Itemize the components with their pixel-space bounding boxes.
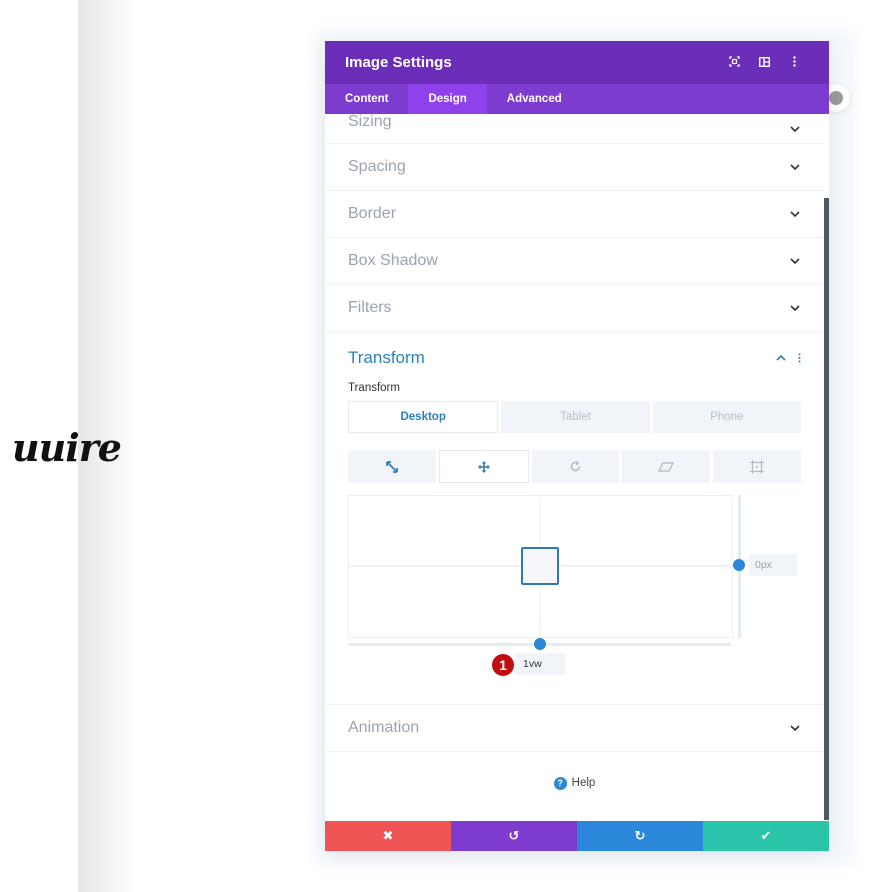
transform-tool-tabs [348, 450, 801, 483]
fullscreen-icon[interactable] [719, 55, 749, 70]
device-tab-desktop[interactable]: Desktop [348, 401, 499, 433]
section-label: Spacing [348, 158, 406, 175]
section-label: Animation [348, 719, 420, 736]
translate-y-input[interactable]: 0px [749, 554, 797, 576]
chevron-down-icon[interactable] [789, 722, 801, 734]
modal-footer: ✖ ↺ ↻ ✔ [325, 821, 829, 851]
close-icon: ✖ [382, 828, 394, 843]
tool-tab-origin[interactable] [713, 450, 801, 483]
section-filters[interactable]: Filters [325, 285, 824, 332]
modal-scrollbar[interactable] [824, 198, 829, 820]
section-label: Box Shadow [348, 252, 438, 269]
section-label: Filters [348, 299, 392, 316]
transform-origin-icon [750, 459, 765, 474]
section-spacing[interactable]: Spacing [325, 144, 824, 191]
step-number-badge: 1 [492, 654, 514, 676]
device-tab-phone[interactable]: Phone [652, 401, 801, 433]
help-link[interactable]: ? Help [325, 752, 824, 814]
cancel-button[interactable]: ✖ [325, 821, 451, 851]
chevron-down-icon[interactable] [789, 255, 801, 267]
section-options-icon[interactable] [787, 353, 801, 363]
modal-header: Image Settings [325, 41, 829, 84]
tool-tab-scale[interactable] [348, 450, 436, 483]
modal-title: Image Settings [345, 54, 452, 71]
help-question-icon: ? [553, 776, 567, 790]
section-border[interactable]: Border [325, 191, 824, 238]
tab-advanced[interactable]: Advanced [487, 84, 582, 114]
globe-icon [829, 91, 843, 105]
modal-tabs: Content Design Advanced [325, 84, 829, 114]
site-logo: uuire [12, 425, 122, 470]
more-options-icon[interactable] [779, 55, 809, 70]
translate-x-slider-handle[interactable] [534, 638, 546, 650]
chevron-down-icon[interactable] [789, 208, 801, 220]
modal-body: Sizing Spacing Border Box Shadow Filters [325, 114, 824, 821]
section-animation[interactable]: Animation [325, 705, 824, 752]
move-arrows-icon [477, 460, 490, 473]
section-sizing[interactable]: Sizing [325, 114, 824, 144]
section-label: Border [348, 205, 397, 222]
device-tabs: Desktop Tablet Phone [348, 401, 801, 433]
device-tab-tablet[interactable]: Tablet [501, 401, 650, 433]
page: uuire Image Settings Content Design Adva… [0, 0, 880, 892]
chevron-down-icon[interactable] [789, 161, 801, 173]
check-icon: ✔ [760, 828, 772, 843]
split-view-icon[interactable] [749, 56, 779, 70]
tab-design[interactable]: Design [408, 84, 487, 114]
translate-preview-grid [348, 495, 733, 638]
chevron-up-icon[interactable] [775, 352, 787, 364]
skew-icon [658, 461, 675, 472]
section-box-shadow[interactable]: Box Shadow [325, 238, 824, 285]
scale-arrows-icon [385, 460, 398, 473]
undo-button[interactable]: ↺ [451, 821, 577, 851]
help-label: Help [571, 777, 596, 789]
rotate-icon [570, 460, 581, 472]
translate-y-slider-handle[interactable] [733, 559, 745, 571]
tool-tab-skew[interactable] [622, 450, 711, 483]
transform-field-label: Transform [348, 382, 400, 394]
redo-button[interactable]: ↻ [577, 821, 703, 851]
tool-tab-rotate[interactable] [531, 450, 620, 483]
save-button[interactable]: ✔ [703, 821, 829, 851]
settings-modal: Image Settings Content Design Advanced S… [325, 41, 829, 851]
tab-content[interactable]: Content [325, 84, 408, 114]
section-transform: Transform Transform Desktop Tablet Phone [325, 332, 824, 705]
translate-preview-box[interactable] [521, 547, 559, 585]
redo-icon: ↻ [634, 828, 646, 843]
translate-x-input[interactable]: 1vw [515, 653, 565, 675]
transform-header[interactable]: Transform [348, 348, 801, 368]
undo-icon: ↺ [508, 828, 520, 843]
section-label: Transform [348, 348, 425, 367]
chevron-down-icon[interactable] [789, 302, 801, 314]
section-label: Sizing [348, 114, 392, 130]
tool-tab-translate[interactable] [438, 450, 529, 483]
chevron-down-icon[interactable] [789, 123, 801, 135]
